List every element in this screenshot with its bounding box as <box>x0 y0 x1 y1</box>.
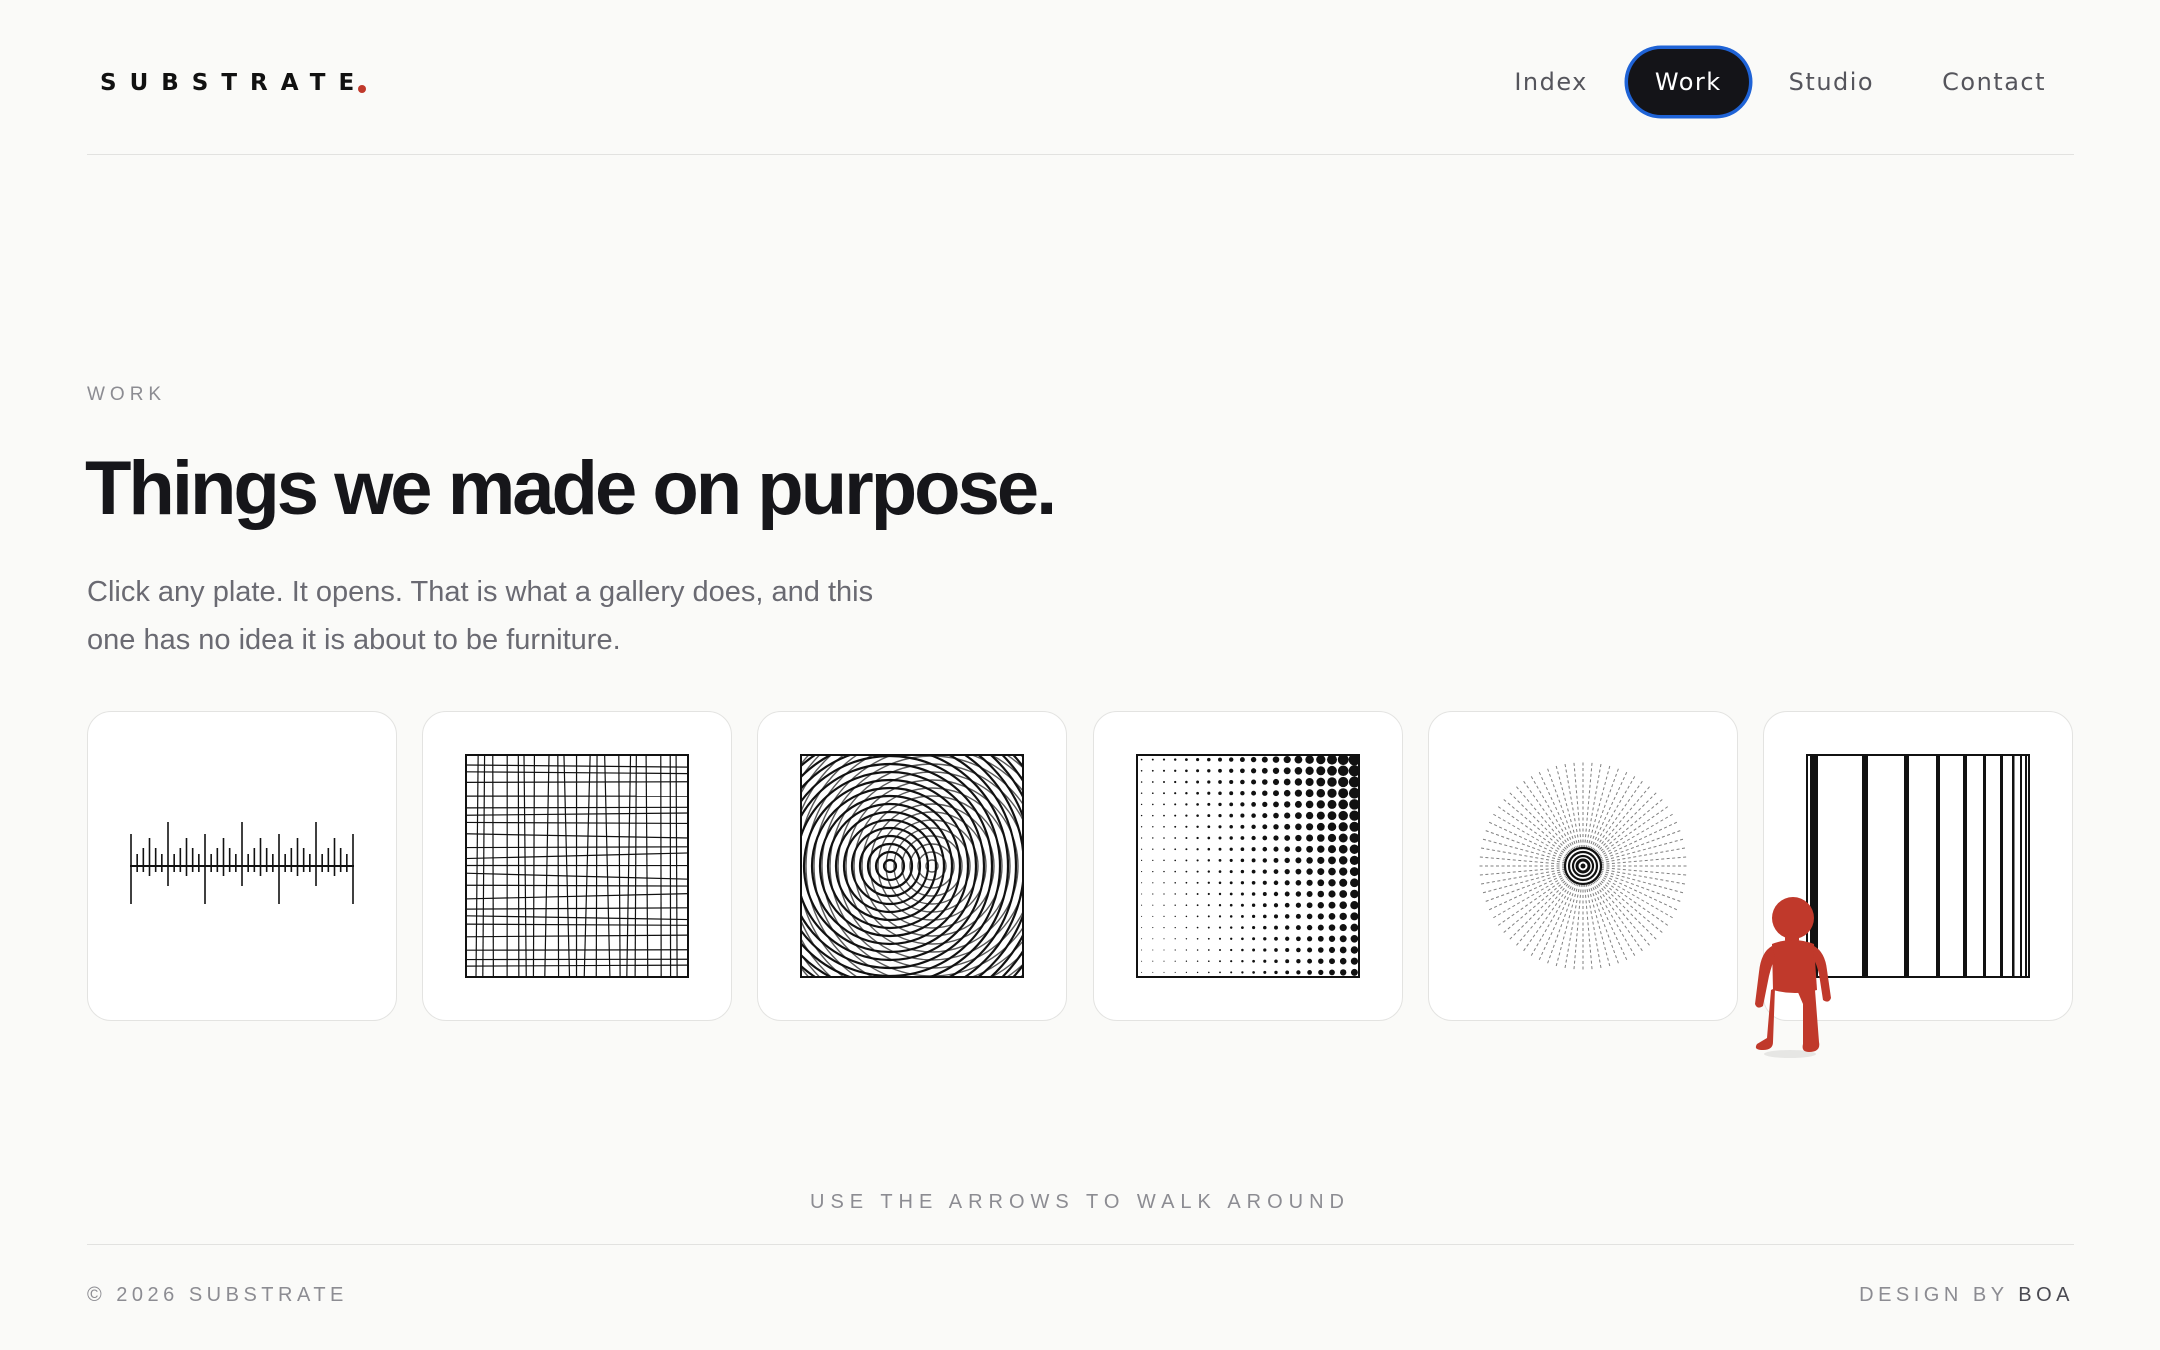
section-eyebrow: WORK <box>87 384 167 405</box>
plate-5[interactable] <box>1428 711 1738 1021</box>
nav-item-studio[interactable]: Studio <box>1761 49 1902 115</box>
nav-item-index[interactable]: Index <box>1486 49 1616 115</box>
main-nav: Index Work Studio Contact <box>1486 49 2074 115</box>
page-description: Click any plate. It opens. That is what … <box>87 576 874 656</box>
moire-circles-icon <box>800 754 1024 978</box>
site-logo[interactable]: SUBSTRATE <box>100 70 368 96</box>
site-header: SUBSTRATE Index Work Studio Contact <box>87 0 2074 155</box>
ruler-ticks-icon <box>130 822 354 904</box>
nav-item-contact[interactable]: Contact <box>1914 49 2074 115</box>
plate-2[interactable] <box>422 711 732 1021</box>
copyright: © 2026 SUBSTRATE <box>87 1284 348 1306</box>
plate-1[interactable] <box>87 711 397 1021</box>
plate-3[interactable] <box>757 711 1067 1021</box>
credit-studio-link[interactable]: BOA <box>2018 1284 2074 1306</box>
vertical-stripes-icon <box>1806 754 2030 978</box>
page-title: Things we made on purpose. <box>85 446 1057 531</box>
plate-4[interactable] <box>1093 711 1403 1021</box>
navigation-hint: USE THE ARROWS TO WALK AROUND <box>810 1191 1350 1213</box>
site-footer: © 2026 SUBSTRATE DESIGN BY BOA <box>87 1244 2074 1324</box>
wobbly-grid-icon <box>465 754 689 978</box>
red-figure-icon[interactable] <box>1745 892 1835 1060</box>
nav-item-work[interactable]: Work <box>1627 49 1749 115</box>
design-credit: DESIGN BY BOA <box>1859 1284 2074 1307</box>
halftone-dots-icon <box>1136 754 1360 978</box>
credit-prefix: DESIGN BY <box>1859 1284 2009 1306</box>
logo-text: SUBSTRATE <box>100 70 368 96</box>
radial-burst-icon <box>1479 762 1687 970</box>
